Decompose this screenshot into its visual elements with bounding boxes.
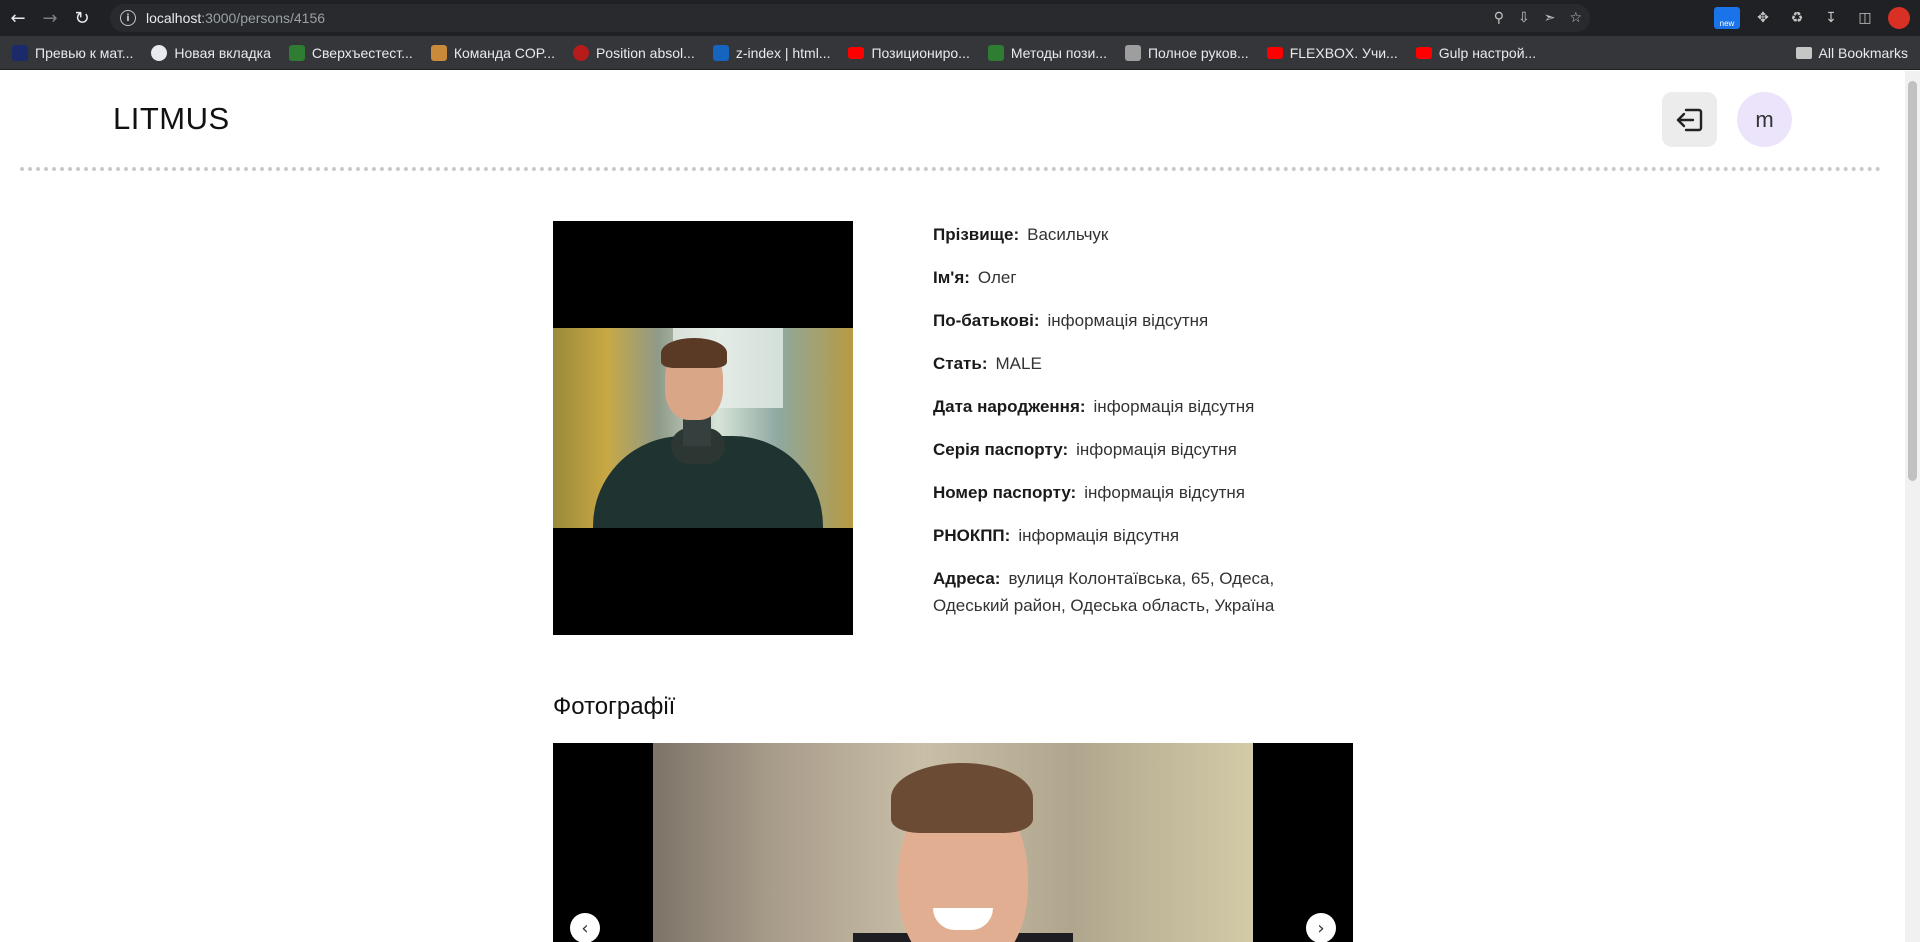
field-tax-id: РНОКПП: інформація відсутня: [933, 522, 1353, 549]
bookmark-label: Методы пози...: [1010, 44, 1107, 61]
person-info: Прізвище: Васильчук Ім'я: Олег По-батькові…: [933, 221, 1353, 635]
page-content: LITMUS m Прізвище: Васильчук Ім'я: Олег По…: [0, 71, 1905, 942]
bookmark-label: Gulp настрой...: [1438, 44, 1537, 61]
bookmark-item[interactable]: FLEXBOX. Учи...: [1266, 44, 1398, 61]
user-avatar[interactable]: m: [1737, 92, 1792, 147]
globe-icon: [151, 44, 168, 61]
bookmark-icon: [430, 44, 447, 61]
bookmark-item[interactable]: Новая вкладка: [151, 44, 271, 61]
bookmark-label: Полное руков...: [1147, 44, 1249, 61]
field-patronymic: По-батькові: інформація відсутня: [933, 307, 1353, 334]
bookmark-label: z-index | html...: [735, 44, 831, 61]
share-icon[interactable]: ➣: [1544, 10, 1556, 26]
field-birth-date: Дата народження: інформація відсутня: [933, 393, 1353, 420]
field-value: інформація відсутня: [1047, 311, 1209, 330]
bookmark-item[interactable]: Сверхъестест...: [288, 44, 413, 61]
bookmark-icon: [12, 44, 28, 61]
field-value: Васильчук: [1027, 225, 1109, 244]
field-passport-series: Серія паспорту: інформація відсутня: [933, 436, 1353, 463]
extension-icon[interactable]: ✥: [1752, 7, 1774, 29]
photo-carousel[interactable]: [553, 743, 1353, 942]
carousel-prev-button[interactable]: ‹: [570, 913, 600, 942]
field-surname: Прізвище: Васильчук: [933, 221, 1353, 248]
bookmark-icon: [572, 44, 589, 61]
field-label: Ім'я:: [933, 268, 970, 287]
carousel-photo: [653, 743, 1253, 942]
scrollbar-thumb[interactable]: [1908, 81, 1917, 481]
all-bookmarks-button[interactable]: All Bookmarks: [1795, 36, 1908, 70]
all-bookmarks-label: All Bookmarks: [1818, 45, 1908, 61]
bookmark-item[interactable]: Gulp настрой...: [1415, 44, 1537, 61]
youtube-icon: [848, 46, 865, 59]
page-scrollbar[interactable]: [1905, 71, 1920, 942]
address-bar[interactable]: i localhost:3000/persons/4156 ⚲ ⇩ ➣ ☆: [110, 4, 1590, 32]
forward-icon[interactable]: →: [36, 4, 64, 32]
field-value: Олег: [977, 268, 1017, 287]
field-value: інформація відсутня: [1084, 483, 1245, 502]
field-label: Стать:: [933, 354, 988, 373]
bookmark-item[interactable]: z-index | html...: [712, 44, 831, 61]
bookmark-label: Новая вкладка: [174, 44, 271, 61]
bookmark-item[interactable]: Position absol...: [572, 44, 695, 61]
extension-new-label: new: [1719, 19, 1735, 28]
bookmark-item[interactable]: Позициониро...: [848, 44, 970, 61]
bookmark-label: Превью к мат...: [35, 44, 134, 61]
photos-section-title: Фотографії: [553, 693, 676, 720]
bookmark-icon: [987, 44, 1004, 61]
bookmark-icon: [288, 44, 305, 61]
field-label: Номер паспорту:: [933, 483, 1077, 502]
download-icon[interactable]: ↧: [1820, 7, 1842, 29]
carousel-next-button[interactable]: ›: [1306, 913, 1336, 942]
browser-toolbar: ← → ↻ i localhost:3000/persons/4156 ⚲ ⇩ …: [0, 0, 1920, 36]
bookmark-label: Сверхъестест...: [311, 44, 413, 61]
site-info-icon[interactable]: i: [120, 10, 136, 26]
puzzle-icon[interactable]: ♻: [1786, 7, 1808, 29]
key-icon[interactable]: ⚲: [1494, 10, 1504, 26]
field-first-name: Ім'я: Олег: [933, 264, 1353, 291]
logout-button[interactable]: [1662, 92, 1717, 147]
back-icon[interactable]: ←: [4, 4, 32, 32]
bookmark-icon: [712, 44, 729, 61]
field-label: РНОКПП:: [933, 526, 1011, 545]
side-panel-icon[interactable]: ◫: [1854, 7, 1876, 29]
field-label: Адреса:: [933, 569, 1001, 588]
bookmark-item[interactable]: Полное руков...: [1124, 44, 1249, 61]
field-label: Прізвище:: [933, 225, 1020, 244]
profile-icon[interactable]: [1888, 7, 1910, 29]
bookmark-item[interactable]: Методы пози...: [987, 44, 1107, 61]
url-host: localhost: [146, 10, 202, 26]
field-label: Серія паспорту:: [933, 440, 1069, 459]
field-value: інформація відсутня: [1093, 397, 1255, 416]
field-label: По-батькові:: [933, 311, 1040, 330]
bookmark-label: FLEXBOX. Учи...: [1289, 44, 1398, 61]
person-portrait: [553, 221, 853, 635]
bookmark-icon: [1124, 44, 1141, 61]
site-logo[interactable]: LITMUS: [113, 101, 230, 137]
youtube-icon: [1266, 46, 1283, 59]
field-sex: Стать: MALE: [933, 350, 1353, 377]
bookmark-label: Позициониро...: [871, 44, 970, 61]
field-passport-number: Номер паспорту: інформація відсутня: [933, 479, 1353, 506]
url-path: :3000/persons/4156: [201, 10, 326, 26]
extension-new-icon[interactable]: new: [1714, 7, 1740, 29]
star-icon[interactable]: ☆: [1569, 10, 1582, 26]
bookmark-label: Команда COP...: [453, 44, 555, 61]
bookmarks-bar: Превью к мат... Новая вкладка Сверхъесте…: [0, 36, 1920, 70]
folder-icon: [1795, 47, 1812, 59]
reload-icon[interactable]: ↻: [68, 4, 96, 32]
portrait-photo: [553, 328, 853, 528]
field-value: інформація відсутня: [1076, 440, 1237, 459]
install-icon[interactable]: ⇩: [1518, 10, 1530, 26]
field-value: MALE: [995, 354, 1042, 373]
youtube-icon: [1415, 46, 1432, 59]
field-value: інформація відсутня: [1018, 526, 1180, 545]
bookmark-label: Position absol...: [595, 44, 695, 61]
bookmark-item[interactable]: Команда COP...: [430, 44, 555, 61]
bookmark-item[interactable]: Превью к мат...: [12, 44, 134, 61]
field-label: Дата народження:: [933, 397, 1086, 416]
logout-icon: [1676, 108, 1702, 131]
field-address: Адреса: вулиця Колонтаївська, 65, Одеса, …: [933, 565, 1353, 619]
header-divider: [20, 167, 1882, 171]
